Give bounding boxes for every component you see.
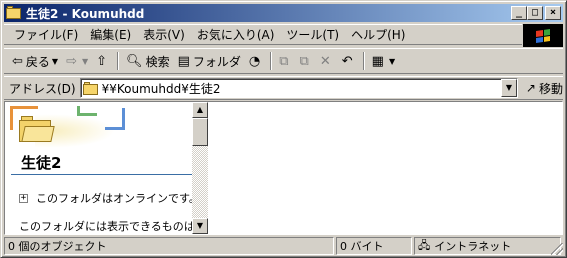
online-status[interactable]: + このフォルダはオンラインです。 xyxy=(19,190,192,206)
folder-icon xyxy=(6,6,22,20)
toolbar-separator xyxy=(117,52,120,70)
expand-icon[interactable]: + xyxy=(19,193,28,203)
search-button[interactable]: 🔍︎ 検索 xyxy=(122,50,174,72)
online-text: このフォルダはオンラインです。 xyxy=(36,192,192,205)
content-area: 生徒2 + このフォルダはオンラインです。 このフォルダには表示できるものはあり… xyxy=(4,101,563,235)
forward-dropdown-icon[interactable]: ▼ xyxy=(82,57,88,66)
views-button[interactable]: ▦ ▼ xyxy=(368,50,399,72)
move-to-icon: ⧉ xyxy=(279,53,289,69)
search-label: 検索 xyxy=(145,54,170,69)
status-object-count: 0 個のオブジェクト xyxy=(4,237,334,255)
toolbar-separator xyxy=(362,52,365,70)
address-bar: アドレス(D) ¥¥Koumuhdd¥生徒2 ▼ ↗ 移動 xyxy=(4,76,563,100)
close-button[interactable]: × xyxy=(545,6,561,20)
window-title: 生徒2 - Koumuhdd xyxy=(26,6,145,21)
menu-view[interactable]: 表示(V) xyxy=(137,26,191,43)
views-dropdown-icon[interactable]: ▼ xyxy=(389,57,395,66)
network-folder-icon xyxy=(19,116,55,142)
address-value: ¥¥Koumuhdd¥生徒2 xyxy=(101,81,221,96)
empty-folder-text: このフォルダには表示できるものはあり xyxy=(19,220,192,233)
title-bar[interactable]: 生徒2 - Koumuhdd _ □ × xyxy=(4,4,563,22)
folder-banner xyxy=(5,102,192,150)
menu-bar: ファイル(F) 編集(E) 表示(V) お気に入り(A) ツール(T) ヘルプ(… xyxy=(4,24,522,45)
intranet-icon: 🖧 xyxy=(418,238,431,252)
minimize-button[interactable]: _ xyxy=(511,6,527,20)
delete-button[interactable]: ✕ xyxy=(316,50,338,72)
undo-icon: ↶ xyxy=(341,53,353,69)
back-label: 戻る xyxy=(25,54,50,69)
scroll-thumb[interactable] xyxy=(192,118,208,146)
scroll-up-icon[interactable]: ▲ xyxy=(192,102,208,118)
go-arrow-icon: ↗ xyxy=(525,81,536,95)
resize-grip[interactable] xyxy=(551,243,563,255)
move-to-button[interactable]: ⧉ xyxy=(275,50,295,72)
address-input[interactable]: ¥¥Koumuhdd¥生徒2 ▼ xyxy=(79,78,518,98)
toolbar-separator xyxy=(270,52,273,70)
address-dropdown-icon[interactable]: ▼ xyxy=(500,79,517,97)
undo-button[interactable]: ↶ xyxy=(338,50,360,72)
copy-to-icon: ⧉ xyxy=(299,53,309,69)
address-label: アドレス(D) xyxy=(9,81,76,96)
back-button[interactable]: ⇦ 戻る ▼ xyxy=(8,50,62,72)
toolbar: ⇦ 戻る ▼ ⇨ ▼ ⇧ 🔍︎ 検索 ▤ フォルダ ◔ ⧉ ⧉ ✕ ↶ ▦ ▼ xyxy=(4,48,563,74)
up-folder-icon: ⇧ xyxy=(96,53,108,69)
search-icon: 🔍︎ xyxy=(126,53,143,69)
status-zone-label: イントラネット xyxy=(434,240,512,253)
history-icon: ◔ xyxy=(248,53,261,69)
menu-favorites[interactable]: お気に入り(A) xyxy=(191,26,281,43)
menu-edit[interactable]: 編集(E) xyxy=(84,26,137,43)
menu-help[interactable]: ヘルプ(H) xyxy=(345,26,411,43)
menu-tools[interactable]: ツール(T) xyxy=(280,26,345,43)
status-zone: 🖧 イントラネット xyxy=(414,237,561,255)
history-button[interactable]: ◔ xyxy=(245,50,267,72)
up-button[interactable]: ⇧ xyxy=(92,50,114,72)
file-list[interactable] xyxy=(208,102,562,234)
left-pane-scrollbar[interactable]: ▲ ▼ xyxy=(192,102,208,234)
status-bar: 0 個のオブジェクト 0 バイト 🖧 イントラネット xyxy=(4,237,563,255)
maximize-button[interactable]: □ xyxy=(527,6,543,20)
views-icon: ▦ xyxy=(371,53,384,69)
folder-icon xyxy=(82,81,99,95)
web-view-pane: 生徒2 + このフォルダはオンラインです。 このフォルダには表示できるものはあり xyxy=(5,102,192,234)
folders-icon: ▤ xyxy=(177,53,190,69)
title-divider xyxy=(11,174,192,175)
status-size: 0 バイト xyxy=(336,237,412,255)
folders-button[interactable]: ▤ フォルダ xyxy=(174,50,245,72)
forward-arrow-icon: ⇨ xyxy=(66,53,77,69)
go-button[interactable]: ↗ 移動 xyxy=(526,80,563,97)
explorer-window: 生徒2 - Koumuhdd _ □ × ファイル(F) 編集(E) 表示(V)… xyxy=(0,0,567,258)
windows-logo-icon xyxy=(523,24,563,47)
folder-title: 生徒2 xyxy=(21,154,62,172)
back-dropdown-icon[interactable]: ▼ xyxy=(52,57,58,66)
delete-icon: ✕ xyxy=(319,53,331,69)
back-arrow-icon: ⇦ xyxy=(12,53,23,69)
folders-label: フォルダ xyxy=(192,54,241,69)
menu-file[interactable]: ファイル(F) xyxy=(8,26,84,43)
go-label: 移動 xyxy=(538,81,563,96)
scroll-down-icon[interactable]: ▼ xyxy=(192,218,208,234)
copy-to-button[interactable]: ⧉ xyxy=(296,50,316,72)
forward-button[interactable]: ⇨ ▼ xyxy=(62,50,92,72)
